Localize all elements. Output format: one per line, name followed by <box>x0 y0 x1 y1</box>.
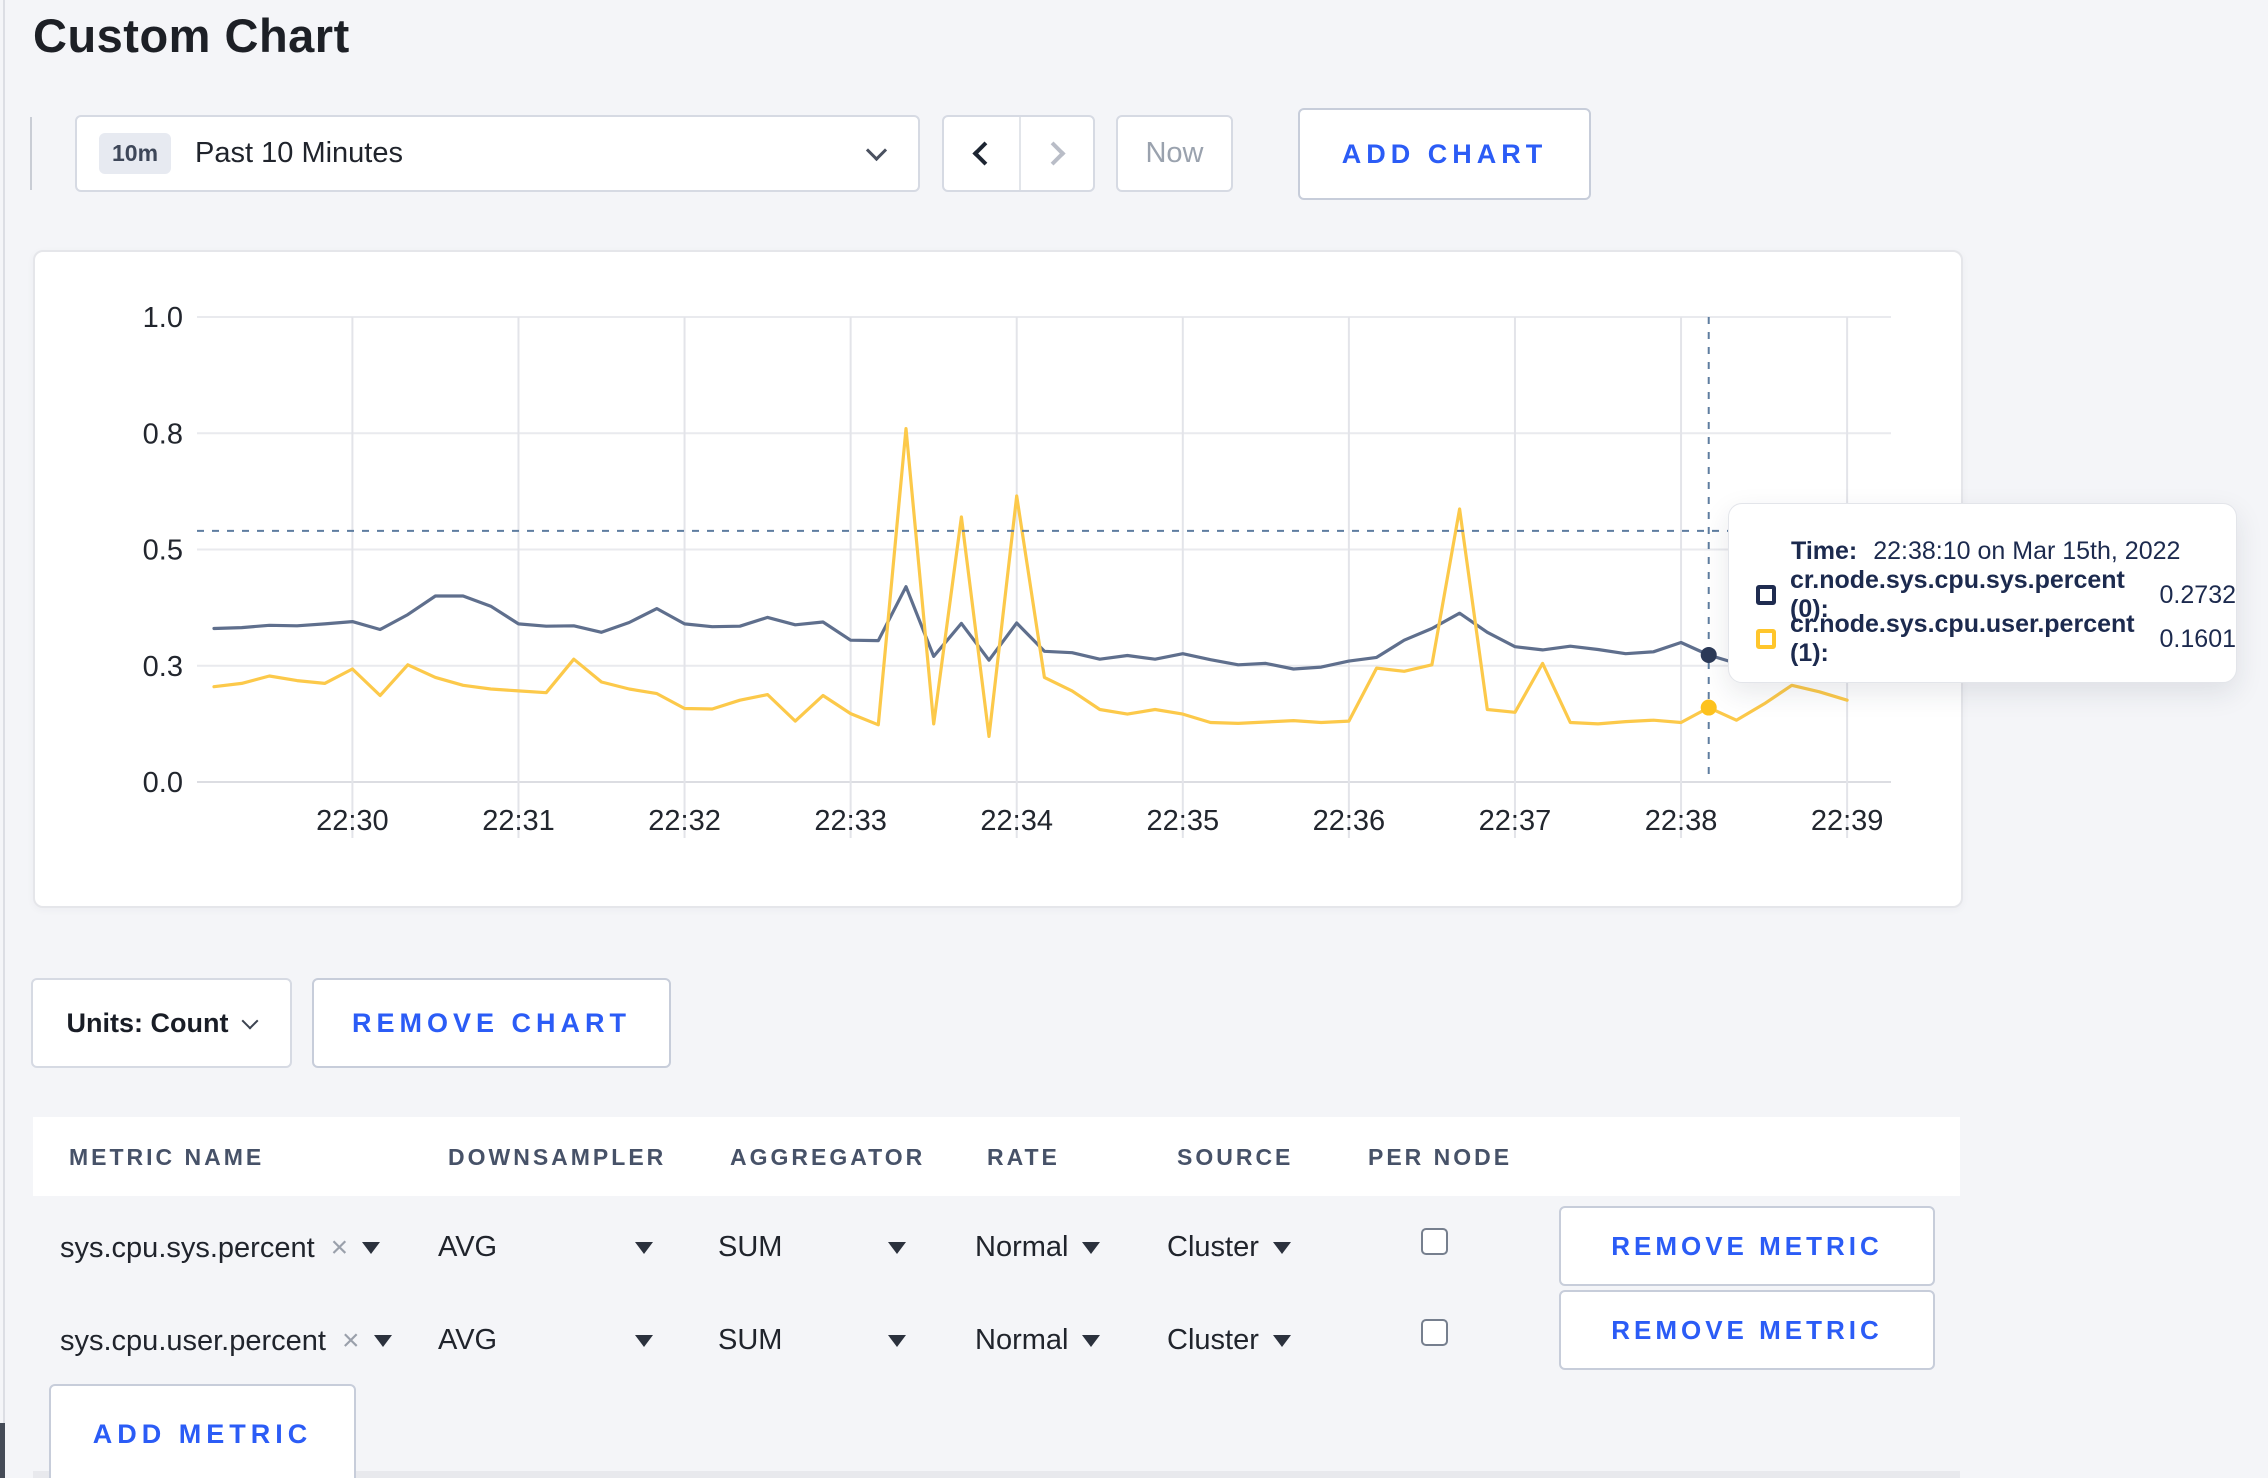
svg-text:22:34: 22:34 <box>980 805 1053 837</box>
tooltip-series-name: cr.node.sys.cpu.user.percent (1): <box>1790 610 2135 667</box>
svg-text:0.8: 0.8 <box>143 418 183 450</box>
page-title: Custom Chart <box>33 9 350 62</box>
chevron-left-icon <box>972 141 997 166</box>
next-time-button[interactable] <box>1018 117 1094 190</box>
time-range-dropdown[interactable]: 10m Past 10 Minutes <box>75 115 920 192</box>
rate-value: Normal <box>975 1231 1069 1263</box>
clear-metric-icon[interactable]: × <box>331 1231 349 1265</box>
chart-hover-tooltip: Time: 22:38:10 on Mar 15th, 2022 cr.node… <box>1728 503 2237 683</box>
per-node-checkbox[interactable] <box>1421 1228 1448 1255</box>
svg-text:22:39: 22:39 <box>1811 805 1884 837</box>
rate-value: Normal <box>975 1324 1069 1356</box>
series-user-legend-icon <box>1756 629 1776 649</box>
aggregator-select[interactable]: SUM <box>718 1231 906 1264</box>
svg-text:0.5: 0.5 <box>143 535 183 567</box>
aggregator-value: SUM <box>718 1231 783 1263</box>
svg-text:22:31: 22:31 <box>482 805 555 837</box>
metric-name-select[interactable]: sys.cpu.user.percent × <box>60 1324 392 1358</box>
remove-metric-button[interactable]: REMOVE METRIC <box>1559 1290 1935 1370</box>
tooltip-series-value: 0.2732 <box>2159 580 2236 609</box>
svg-text:22:30: 22:30 <box>316 805 389 837</box>
clear-metric-icon[interactable]: × <box>342 1324 360 1358</box>
source-value: Cluster <box>1167 1231 1259 1263</box>
metric-name-select[interactable]: sys.cpu.sys.percent × <box>60 1231 381 1265</box>
metrics-table-header: METRIC NAME DOWNSAMPLER AGGREGATOR RATE … <box>33 1117 1960 1196</box>
chevron-right-icon <box>1041 141 1066 166</box>
source-select[interactable]: Cluster <box>1167 1324 1291 1357</box>
rate-select[interactable]: Normal <box>975 1231 1101 1264</box>
chevron-down-icon <box>865 139 888 162</box>
downsampler-value: AVG <box>438 1231 498 1263</box>
svg-text:22:38: 22:38 <box>1645 805 1718 837</box>
svg-text:22:36: 22:36 <box>1313 805 1386 837</box>
col-header-metric-name: METRIC NAME <box>69 1144 265 1170</box>
time-range-label: Past 10 Minutes <box>195 137 403 169</box>
svg-text:22:37: 22:37 <box>1479 805 1552 837</box>
tooltip-series-row: cr.node.sys.cpu.user.percent (1): 0.1601 <box>1729 610 2236 667</box>
svg-text:22:32: 22:32 <box>648 805 721 837</box>
source-select[interactable]: Cluster <box>1167 1231 1291 1264</box>
remove-metric-button[interactable]: REMOVE METRIC <box>1559 1206 1935 1286</box>
svg-text:0.3: 0.3 <box>143 651 183 683</box>
custom-chart-card: 0.0 0.3 0.5 0.8 1.0 22:30 22:31 22:32 22:33 22:34… <box>33 250 1963 908</box>
downsampler-select[interactable]: AVG <box>438 1231 653 1264</box>
tooltip-time-label: Time: <box>1791 536 1858 565</box>
source-value: Cluster <box>1167 1324 1259 1356</box>
metrics-line-chart[interactable]: 0.0 0.3 0.5 0.8 1.0 22:30 22:31 22:32 22:33 22:34… <box>35 252 1965 910</box>
dropdown-arrow-icon <box>635 1241 653 1254</box>
tooltip-series-value: 0.1601 <box>2159 624 2236 653</box>
time-range-badge: 10m <box>99 133 172 174</box>
metric-name-value: sys.cpu.user.percent <box>60 1324 326 1357</box>
dropdown-arrow-icon <box>1272 1241 1291 1254</box>
add-chart-button[interactable]: ADD CHART <box>1298 108 1591 200</box>
dropdown-arrow-icon <box>373 1335 392 1347</box>
chevron-down-icon <box>241 1012 259 1029</box>
prev-time-button[interactable] <box>944 117 1019 190</box>
units-dropdown[interactable]: Units: Count <box>31 978 292 1068</box>
dropdown-arrow-icon <box>635 1334 653 1347</box>
downsampler-select[interactable]: AVG <box>438 1324 653 1357</box>
toolbar-divider <box>30 117 32 190</box>
units-label: Units: Count <box>66 1007 229 1038</box>
col-header-rate: RATE <box>987 1144 1060 1170</box>
dropdown-arrow-icon <box>888 1334 906 1347</box>
remove-chart-button[interactable]: REMOVE CHART <box>312 978 671 1068</box>
bottom-left-clipped-element <box>0 1423 5 1478</box>
per-node-checkbox[interactable] <box>1421 1319 1448 1346</box>
aggregator-value: SUM <box>718 1324 783 1356</box>
rate-select[interactable]: Normal <box>975 1324 1101 1357</box>
svg-text:1.0: 1.0 <box>143 302 183 334</box>
metric-name-value: sys.cpu.sys.percent <box>60 1231 315 1264</box>
time-step-buttons <box>942 115 1095 192</box>
page-left-border <box>3 0 5 1478</box>
tooltip-time-value: 22:38:10 on Mar 15th, 2022 <box>1873 536 2181 565</box>
series-sys-legend-icon <box>1756 585 1776 605</box>
now-button[interactable]: Now <box>1116 115 1233 192</box>
col-header-source: SOURCE <box>1177 1144 1294 1170</box>
svg-text:22:33: 22:33 <box>814 805 887 837</box>
col-header-downsampler: DOWNSAMPLER <box>448 1144 667 1170</box>
svg-text:22:35: 22:35 <box>1147 805 1220 837</box>
svg-text:0.0: 0.0 <box>143 767 183 799</box>
dropdown-arrow-icon <box>362 1242 381 1254</box>
col-header-aggregator: AGGREGATOR <box>730 1144 926 1170</box>
dropdown-arrow-icon <box>1272 1334 1291 1347</box>
downsampler-value: AVG <box>438 1324 498 1356</box>
dropdown-arrow-icon <box>888 1241 906 1254</box>
dropdown-arrow-icon <box>1082 1241 1101 1254</box>
add-metric-button[interactable]: ADD METRIC <box>49 1384 356 1478</box>
dropdown-arrow-icon <box>1082 1334 1101 1347</box>
col-header-per-node: PER NODE <box>1368 1144 1513 1170</box>
aggregator-select[interactable]: SUM <box>718 1324 906 1357</box>
